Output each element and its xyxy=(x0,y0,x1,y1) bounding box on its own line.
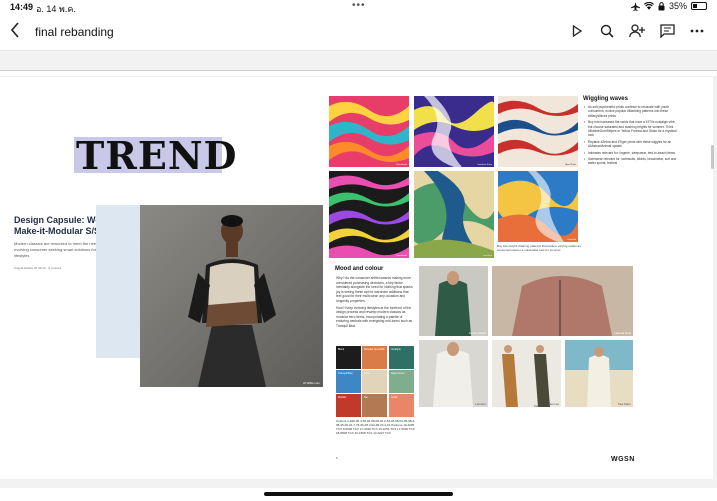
back-chevron-icon xyxy=(10,22,19,38)
toolbar: final rebanding xyxy=(0,18,717,46)
mood-paragraph: Why? As the consumer shifts towards maki… xyxy=(336,276,413,303)
list-item: Swimwear relevant for: swimsuits, bikini… xyxy=(584,157,680,166)
comments-button[interactable] xyxy=(659,22,675,40)
look-photo-1: Luna Lolland xyxy=(419,266,488,336)
print-swatch-5: Lee Koch xyxy=(414,171,494,258)
play-icon xyxy=(572,25,582,37)
document-title: final rebanding xyxy=(35,25,114,39)
status-bar: 14:49 อ. 14 พ.ค. ••• 35% xyxy=(0,0,717,14)
status-date: อ. 14 พ.ค. xyxy=(36,4,76,14)
colour-swatch: Verdigris xyxy=(389,346,414,369)
print-swatch-3: Bleed Prints xyxy=(498,96,578,167)
status-right: 35% xyxy=(630,1,707,11)
print-credit: Seamless Prints xyxy=(477,164,492,166)
photo-credit: Lemaire xyxy=(475,402,486,406)
print-credit: Bleed Prints xyxy=(565,164,576,166)
colour-swatch: Tan xyxy=(362,394,387,417)
colour-swatch: Sage Green xyxy=(389,370,414,393)
section-title-prints: Wiggling waves xyxy=(583,96,628,102)
home-indicator[interactable] xyxy=(264,492,453,496)
add-person-icon xyxy=(629,24,645,38)
print-credit: Patternbank xyxy=(396,255,407,257)
print-credit: Dreamlab xyxy=(567,239,576,241)
wifi-icon xyxy=(643,2,654,10)
comment-icon xyxy=(659,24,675,38)
back-button[interactable] xyxy=(10,22,26,42)
hero-image: Jil Willis.com xyxy=(140,205,323,387)
status-time: 14:49 xyxy=(10,2,34,12)
share-button[interactable] xyxy=(629,22,645,40)
print-swatch-6: Dreamlab xyxy=(498,171,578,242)
search-button[interactable] xyxy=(599,22,615,40)
toolbar-actions xyxy=(569,22,705,40)
print-caption: Buy into playful clashing patterns that … xyxy=(497,244,581,252)
palette-codes: Colours 4-030-06 4-50-04 98-08-04 2-54-0… xyxy=(336,419,416,435)
print-credit: Patternbank xyxy=(396,164,407,166)
photo-credit: Laberia Diva xyxy=(614,331,631,335)
trend-label: TREND xyxy=(76,133,238,178)
colour-swatch: Madder xyxy=(336,394,361,417)
print-credit: Lee Koch xyxy=(483,255,492,257)
print-bullets: As soft psychedelic prints continue to r… xyxy=(584,105,680,168)
colour-swatch: Coral xyxy=(389,394,414,417)
battery-icon xyxy=(691,2,707,10)
photo-credit: Marni xyxy=(534,404,542,408)
look-photo-5: Sea Farm xyxy=(565,340,633,407)
colour-swatch: Black xyxy=(336,346,361,369)
photo-credit: Hermes xyxy=(548,402,559,406)
section-title-mood: Mood and colour xyxy=(335,266,384,272)
print-swatch-1: Patternbank xyxy=(329,96,409,167)
battery-fill xyxy=(693,4,698,8)
more-button[interactable] xyxy=(689,22,705,40)
list-item: Intimates relevant for: lingerie, sleepw… xyxy=(584,151,680,156)
orientation-lock-icon xyxy=(658,1,665,10)
model-illustration xyxy=(140,205,323,387)
more-icon xyxy=(690,29,704,33)
look-photo-4: Hermes xyxy=(492,340,561,407)
airplane-icon xyxy=(630,1,640,11)
list-item: Buy into increased flat swirls that have… xyxy=(584,120,680,138)
look-photo-2: Laberia Diva xyxy=(492,266,633,336)
battery-percent: 35% xyxy=(668,1,687,11)
present-button[interactable] xyxy=(569,22,585,40)
screen: 14:49 อ. 14 พ.ค. ••• 35% final rebanding xyxy=(0,0,717,501)
accent-panel xyxy=(96,205,140,358)
brand-logo: WGSN xyxy=(611,456,635,463)
photo-credit: Sea Farm xyxy=(617,402,631,406)
list-item: As soft psychedelic prints continue to r… xyxy=(584,105,680,118)
page-number: 5 xyxy=(336,456,338,460)
look-photo-3: Lemaire xyxy=(419,340,488,407)
print-swatch-2: Seamless Prints xyxy=(414,96,494,167)
colour-swatch: Roseate Spoonbill xyxy=(362,346,387,369)
mood-paragraph: How? Keep evolving lifestyles at the for… xyxy=(336,305,413,328)
mood-body: Why? As the consumer shifts towards maki… xyxy=(336,276,414,329)
photo-credit: Luna Lolland xyxy=(468,331,486,335)
previous-page-edge xyxy=(0,70,717,76)
list-item: Replace #Zebra and #Tiger prints with th… xyxy=(584,140,680,149)
multitask-dots-icon[interactable]: ••• xyxy=(352,0,366,11)
hero-credit: Jil Willis.com xyxy=(302,381,320,385)
search-icon xyxy=(600,24,614,38)
print-swatch-4: Patternbank xyxy=(329,171,409,258)
colour-swatch: Ecru xyxy=(362,370,387,393)
colour-swatch: Tranquil Blue xyxy=(336,370,361,393)
scrollbar[interactable] xyxy=(711,145,714,169)
